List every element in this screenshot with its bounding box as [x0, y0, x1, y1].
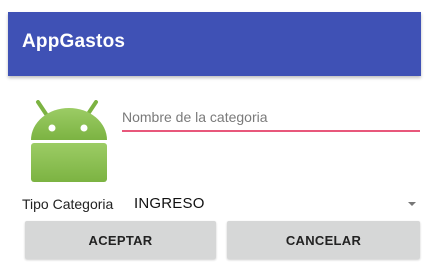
tipo-categoria-label: Tipo Categoria — [22, 196, 114, 212]
tipo-categoria-spinner[interactable]: INGRESO — [130, 190, 420, 218]
android-robot-icon[interactable] — [26, 100, 112, 182]
app-bar: AppGastos — [8, 12, 421, 76]
app-title: AppGastos — [22, 31, 126, 52]
spinner-selected-value: INGRESO — [134, 195, 205, 212]
dropdown-arrow-icon — [408, 202, 416, 206]
category-name-input[interactable] — [122, 104, 420, 132]
cancel-button[interactable]: CANCELAR — [227, 221, 420, 259]
accept-button[interactable]: ACEPTAR — [25, 221, 216, 259]
